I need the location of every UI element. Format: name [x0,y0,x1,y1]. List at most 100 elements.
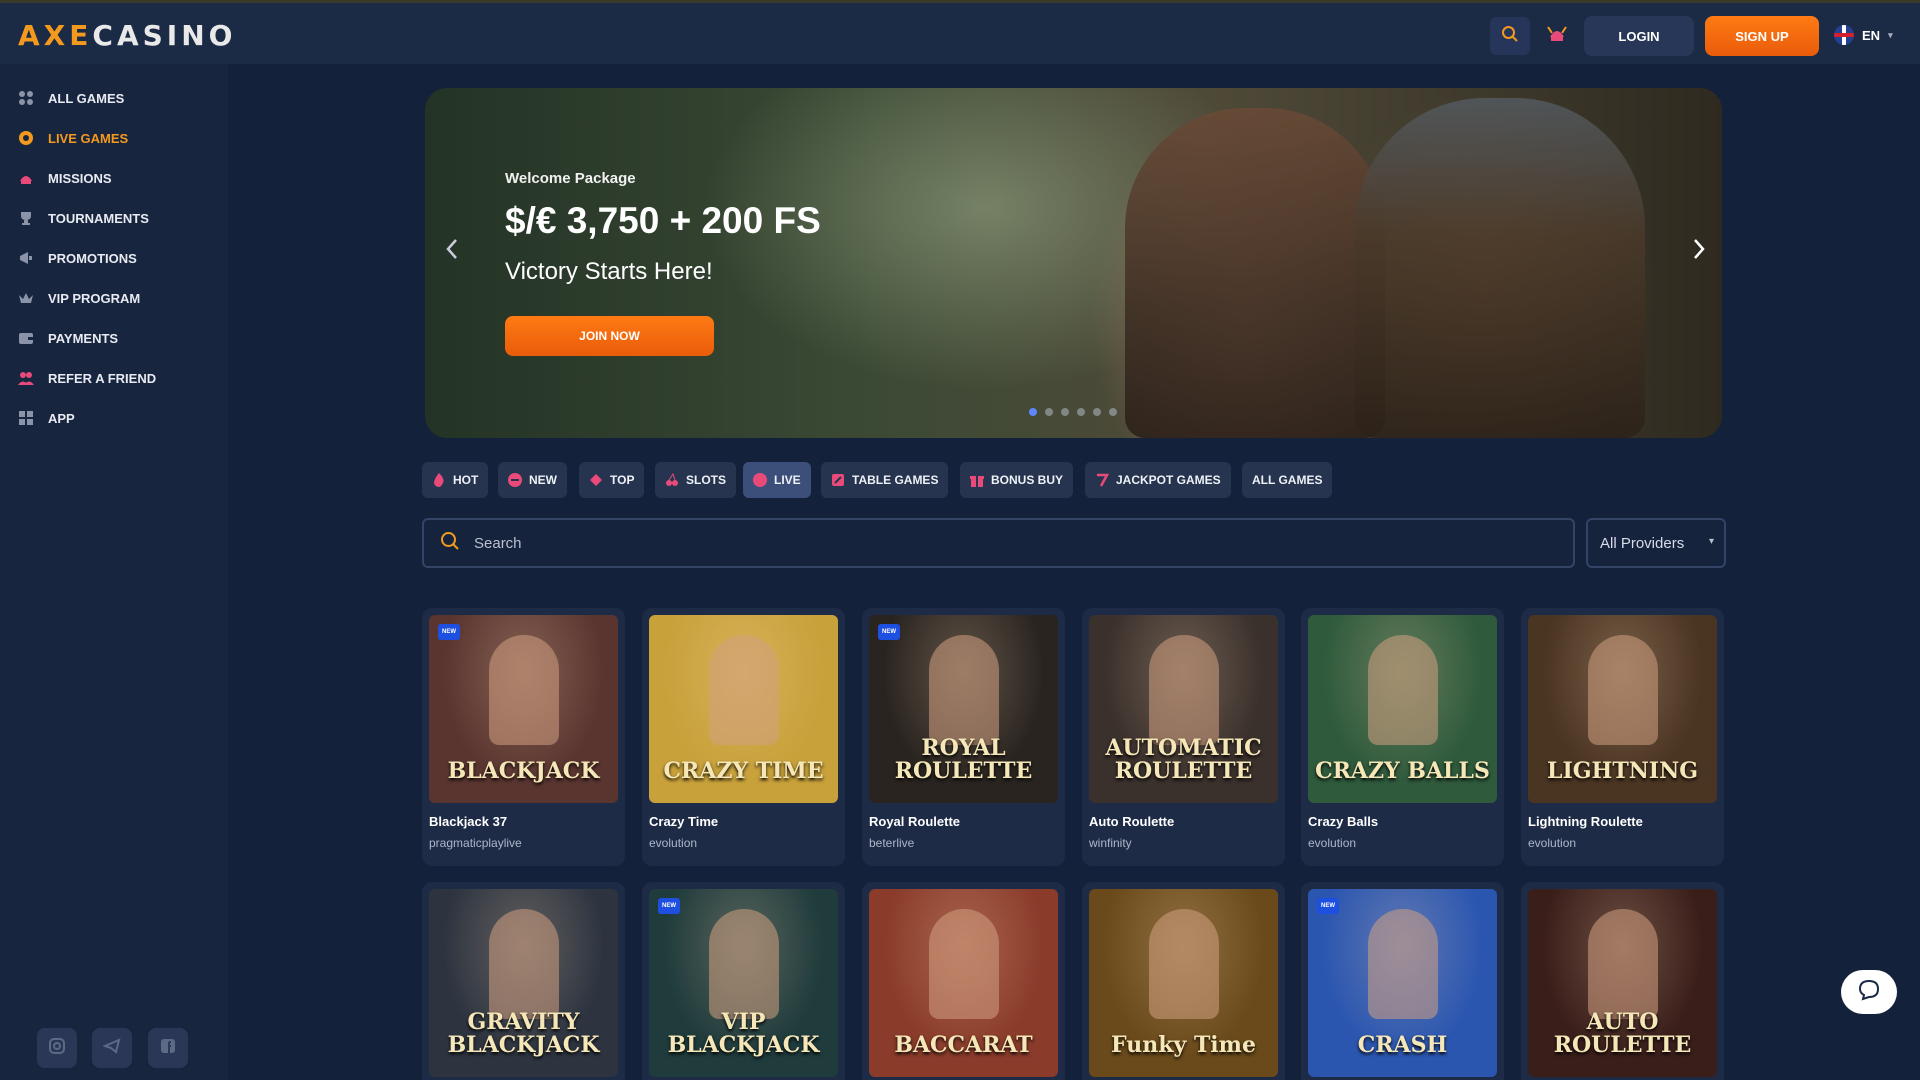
dealer-figure [929,909,999,1019]
game-card[interactable]: Funky Time [1082,882,1285,1080]
sidebar-item-promotions[interactable]: PROMOTIONS [18,250,137,266]
game-name: Lightning Roulette [1528,814,1643,829]
game-thumbnail[interactable]: Funky Time [1089,889,1278,1077]
game-card[interactable]: BLACKJACK NEW Blackjack 37 pragmaticplayliv… [422,608,625,866]
dealer-figure [489,909,559,1019]
tab-label: JACKPOT GAMES [1116,473,1221,487]
sidebar-item-payments[interactable]: PAYMENTS [18,330,118,346]
join-now-button[interactable]: JOIN NOW [505,316,714,356]
game-card[interactable]: CRAZY BALLS Crazy Balls evolution [1301,608,1504,866]
language-selector[interactable]: EN ▾ [1834,25,1893,45]
sidebar-item-label: MISSIONS [48,170,112,186]
banner-prev-button[interactable] [439,238,465,264]
tab-label: TOP [610,473,635,487]
banner-dot[interactable] [1029,408,1037,416]
game-card[interactable]: GRAVITY BLACKJACK [422,882,625,1080]
uk-flag-icon [1834,25,1854,45]
missions-button[interactable] [1540,17,1574,55]
game-card[interactable]: LIGHTNING Lightning Roulette evolution [1521,608,1724,866]
live-icon [753,473,767,487]
tab-label: BONUS BUY [991,473,1064,487]
banner-kicker: Welcome Package [505,170,636,187]
dice-icon [18,90,34,106]
banner-dot[interactable] [1093,408,1101,416]
game-thumbnail[interactable]: CRASH [1308,889,1497,1077]
sidebar-item-missions[interactable]: MISSIONS [18,170,112,186]
tab-new[interactable]: NEW [498,462,567,498]
facebook-link[interactable] [148,1028,188,1068]
signup-button[interactable]: SIGN UP [1705,16,1819,56]
tab-hot[interactable]: HOT [422,462,489,498]
search-button[interactable] [1490,17,1530,55]
tab-top[interactable]: TOP [579,462,645,498]
tab-label: TABLE GAMES [852,473,939,487]
game-name: Auto Roulette [1089,814,1175,829]
tab-slots[interactable]: SLOTS [655,462,737,498]
sidebar-item-tournaments[interactable]: TOURNAMENTS [18,210,149,226]
game-name: Crazy Time [649,814,719,829]
new-badge: NEW [658,898,680,914]
game-card[interactable]: VIP BLACKJACK NEW [642,882,845,1080]
game-thumbnail[interactable]: ROYAL ROULETTE [869,615,1058,803]
game-thumbnail[interactable]: CRAZY BALLS [1308,615,1497,803]
game-thumbnail[interactable]: AUTO ROULETTE [1528,889,1717,1077]
flame-icon [432,473,446,487]
game-art-title: CRAZY TIME [663,757,824,784]
game-thumbnail[interactable]: AUTOMATIC ROULETTE [1089,615,1278,803]
sidebar-item-refer-a-friend[interactable]: REFER A FRIEND [18,370,156,386]
sidebar: ALL GAMES LIVE GAMES MISSIONS TOURNAMENT… [0,64,228,1080]
seven-icon [1095,473,1109,487]
game-name: Blackjack 37 [429,814,508,829]
site-logo[interactable]: AXECASINO [18,19,236,52]
banner-dot[interactable] [1077,408,1085,416]
banner-dot[interactable] [1109,408,1117,416]
game-card[interactable]: AUTOMATIC ROULETTE Auto Roulette winfinity [1082,608,1285,866]
trophy-icon [18,210,34,226]
game-card[interactable]: CRASH NEW [1301,882,1504,1080]
game-thumbnail[interactable]: VIP BLACKJACK [649,889,838,1077]
tab-table-games[interactable]: TABLE GAMES [821,462,949,498]
sidebar-item-all-games[interactable]: ALL GAMES [18,90,124,106]
facebook-icon [159,1037,177,1060]
tab-live[interactable]: LIVE [743,462,811,498]
tab-bonus-buy[interactable]: BONUS BUY [960,462,1074,498]
sidebar-item-label: VIP PROGRAM [48,290,141,306]
live-chat-button[interactable] [1841,970,1897,1014]
gift-icon [970,473,984,487]
game-thumbnail[interactable]: CRAZY TIME [649,615,838,803]
game-thumbnail[interactable]: BLACKJACK [429,615,618,803]
banner-dot[interactable] [1045,408,1053,416]
game-thumbnail[interactable]: LIGHTNING [1528,615,1717,803]
game-thumbnail[interactable]: GRAVITY BLACKJACK [429,889,618,1077]
telegram-link[interactable] [92,1028,132,1068]
sidebar-item-live-games[interactable]: LIVE GAMES [18,130,128,146]
game-provider: evolution [1308,836,1357,850]
providers-label: All Providers [1600,534,1685,552]
banner-next-button[interactable] [1686,238,1712,264]
sidebar-item-label: TOURNAMENTS [48,210,149,226]
game-thumbnail[interactable]: BACCARAT [869,889,1058,1077]
login-button[interactable]: LOGIN [1584,16,1694,56]
banner-dot[interactable] [1061,408,1069,416]
game-card[interactable]: AUTO ROULETTE [1521,882,1724,1080]
instagram-link[interactable] [37,1028,77,1068]
new-badge: NEW [878,624,900,640]
tab-jackpot-games[interactable]: JACKPOT GAMES [1085,462,1231,498]
game-card[interactable]: ROYAL ROULETTE NEW Royal Roulette beterlive [862,608,1065,866]
game-art-title: LIGHTNING [1546,757,1698,784]
banner-title: $/€ 3,750 + 200 FS [505,200,821,241]
sidebar-item-label: LIVE GAMES [48,130,129,146]
sidebar-item-vip-program[interactable]: VIP PROGRAM [18,290,140,306]
game-card[interactable]: CRAZY TIME Crazy Time evolution [642,608,845,866]
providers-select[interactable]: All Providers ▾ [1586,518,1726,568]
top-icon [589,473,603,487]
search-input[interactable] [474,534,1554,552]
game-name: Royal Roulette [869,814,961,829]
dealer-figure [1368,635,1438,745]
game-card[interactable]: BACCARAT [862,882,1065,1080]
chevron-down-icon: ▾ [1708,536,1714,547]
sidebar-item-app[interactable]: APP [18,410,75,426]
chevron-left-icon [445,238,459,265]
tab-all-games[interactable]: ALL GAMES [1242,462,1333,498]
search-icon [440,531,460,556]
